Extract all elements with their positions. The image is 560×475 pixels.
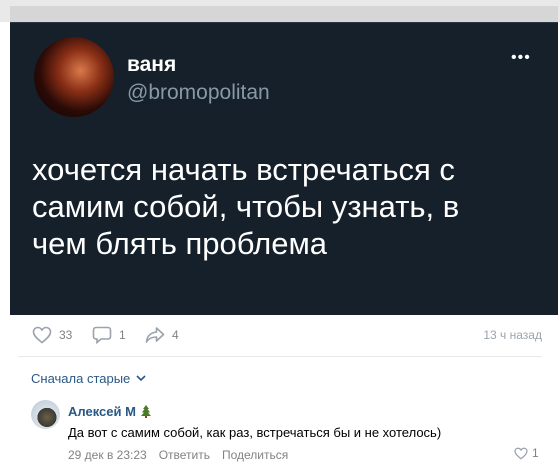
tweet-author-handle: @bromopolitan [127, 81, 270, 104]
like-count: 33 [59, 328, 73, 342]
tweet-screenshot-image[interactable]: ваня @bromopolitan ••• хочется начать вс… [10, 22, 558, 315]
comment-date[interactable]: 29 дек в 23:23 [68, 448, 147, 462]
tweet-author-name: ваня [127, 53, 177, 76]
heart-icon [514, 447, 528, 460]
sort-label: Сначала старые [31, 371, 131, 386]
comment-like-count: 1 [532, 446, 539, 460]
comment-button[interactable]: 1 [92, 326, 126, 344]
like-button[interactable]: 33 [32, 326, 72, 344]
previous-content-edge [10, 6, 558, 22]
tweet-text-line: хочется начать встречаться с [32, 152, 455, 187]
comment-sort-dropdown[interactable]: Сначала старые [31, 371, 146, 386]
comment-like-button[interactable]: 1 [514, 446, 539, 460]
comment-author-name: Алексей М [68, 404, 136, 419]
tree-icon [140, 405, 151, 418]
share-icon [145, 327, 165, 343]
tweet-avatar [34, 37, 114, 117]
post-actions-bar: 33 1 4 13 ч назад [0, 314, 560, 356]
comment-avatar[interactable] [31, 400, 60, 429]
tweet-text-line: чем блять проблема [32, 226, 328, 261]
comment-icon [92, 326, 112, 344]
more-options-icon: ••• [511, 49, 531, 66]
comment-author[interactable]: Алексей М [68, 404, 151, 419]
reply-link[interactable]: Ответить [159, 448, 210, 462]
top-strip [0, 0, 560, 22]
share-count: 4 [172, 328, 179, 342]
chevron-down-icon [136, 375, 146, 382]
divider [18, 356, 542, 357]
comment-item: Алексей М Да вот с самим собой, как раз,… [0, 396, 560, 475]
share-button[interactable]: 4 [145, 326, 179, 344]
comment-meta: 29 дек в 23:23 Ответить Поделиться [68, 448, 288, 462]
heart-icon [32, 326, 52, 344]
comment-text: Да вот с самим собой, как раз, встречать… [68, 425, 442, 440]
tweet-text: хочется начать встречаться с самим собой… [32, 151, 532, 262]
tweet-text-line: самим собой, чтобы узнать, в [32, 189, 460, 224]
comment-count: 1 [119, 328, 126, 342]
share-link[interactable]: Поделиться [222, 448, 288, 462]
post-time[interactable]: 13 ч назад [483, 328, 542, 342]
